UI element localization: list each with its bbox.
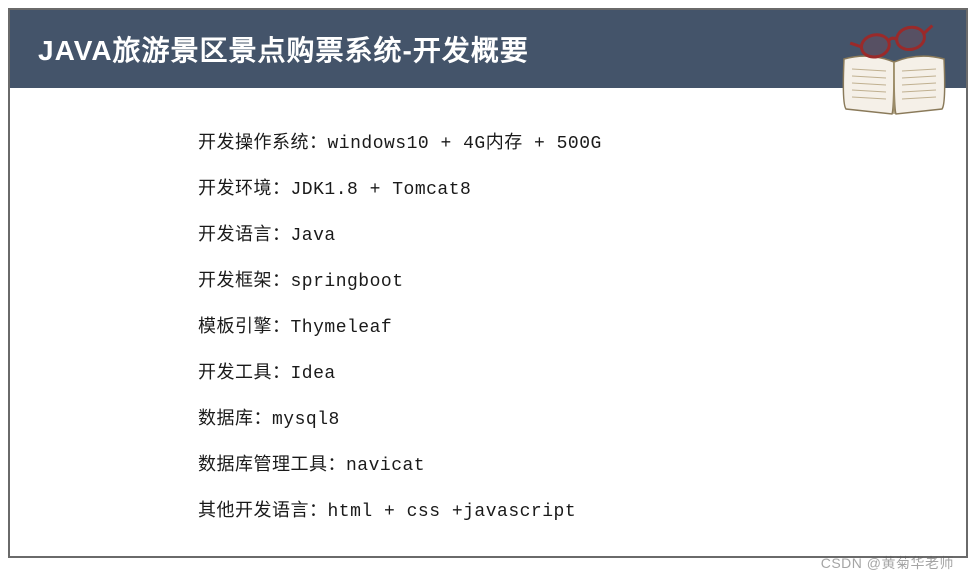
spec-line: 开发框架：springboot (198, 266, 966, 292)
spec-line: 其他开发语言：html + css +javascript (198, 496, 966, 522)
spec-line: 开发环境：JDK1.8 + Tomcat8 (198, 174, 966, 200)
watermark-text: CSDN @黄菊华老师 (821, 553, 954, 573)
page-title: JAVA旅游景区景点购票系统-开发概要 (38, 29, 529, 69)
spec-line: 数据库：mysql8 (198, 404, 966, 430)
book-with-glasses-icon (834, 24, 954, 119)
spec-line: 开发语言：Java (198, 220, 966, 246)
slide-container: JAVA旅游景区景点购票系统-开发概要 (8, 8, 968, 558)
spec-line: 开发工具：Idea (198, 358, 966, 384)
spec-line: 开发操作系统：windows10 + 4G内存 + 500G (198, 128, 966, 154)
spec-line: 模板引擎：Thymeleaf (198, 312, 966, 338)
content-area: 开发操作系统：windows10 + 4G内存 + 500G 开发环境：JDK1… (10, 88, 966, 522)
spec-line: 数据库管理工具：navicat (198, 450, 966, 476)
slide-header: JAVA旅游景区景点购票系统-开发概要 (10, 10, 966, 88)
